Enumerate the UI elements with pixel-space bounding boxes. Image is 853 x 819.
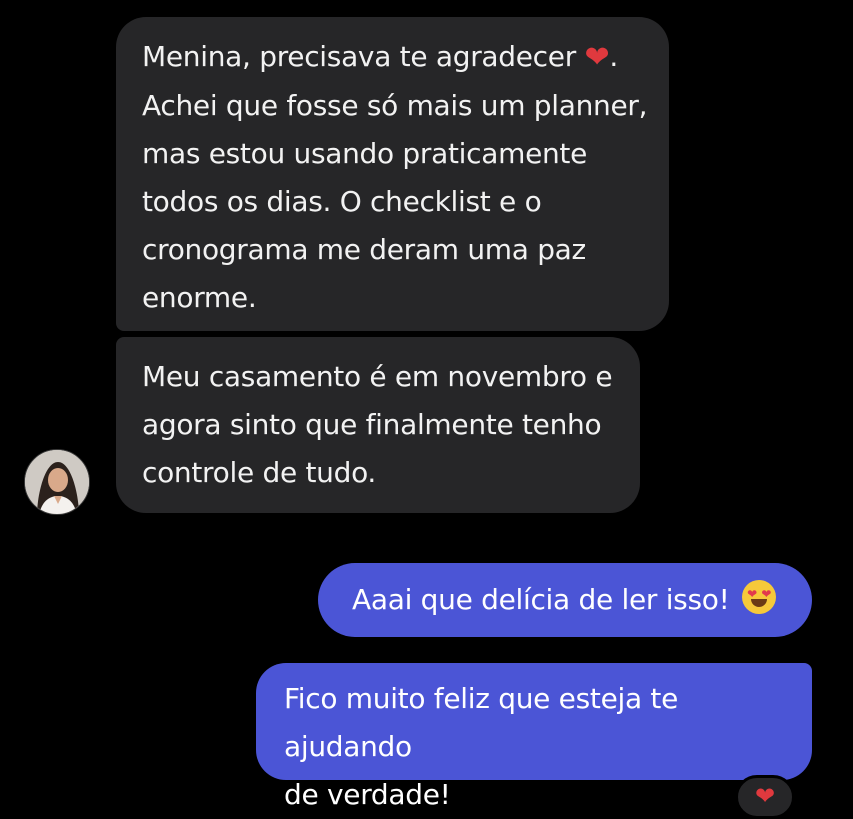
incoming-message-bubble[interactable]: Menina, precisava te agradecer ❤. Achei … — [116, 17, 669, 331]
heart-icon: ❤ — [754, 782, 776, 810]
avatar-photo-icon — [25, 450, 89, 514]
message-text: Fico muito feliz que esteja te ajudando … — [284, 682, 679, 811]
message-text: Menina, precisava te agradecer — [142, 40, 585, 73]
outgoing-message-bubble[interactable]: Fico muito feliz que esteja te ajudando … — [256, 663, 812, 811]
heart-reaction-badge[interactable]: ❤ — [735, 775, 795, 819]
message-text: Aaai que delícia de ler isso! — [352, 583, 739, 616]
outgoing-message-bubble[interactable]: Aaai que delícia de ler isso! ❤ ❤ — [318, 563, 812, 637]
contact-avatar[interactable] — [24, 449, 90, 515]
incoming-message-bubble[interactable]: Meu casamento é em novembro e agora sint… — [116, 337, 640, 513]
message-text: . Achei que fosse só mais um planner, ma… — [142, 40, 648, 314]
heart-eyes-emoji-icon: ❤ ❤ — [742, 580, 777, 614]
heart-emoji-icon: ❤ — [584, 40, 610, 75]
smile-shape — [751, 599, 768, 607]
message-text: Meu casamento é em novembro e agora sint… — [142, 360, 613, 489]
